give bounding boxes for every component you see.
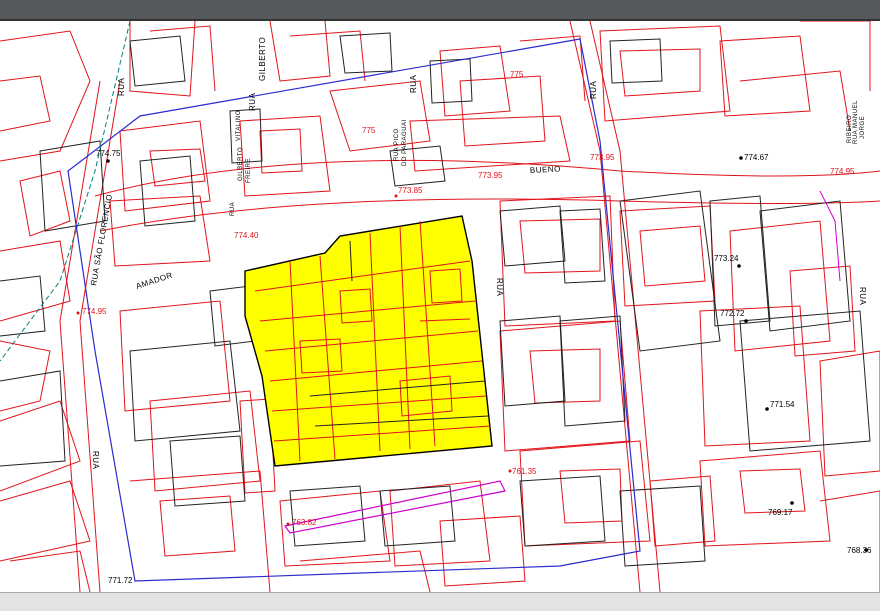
elevation-label: 774.95	[82, 307, 107, 316]
spot-marker	[744, 319, 748, 323]
elevation-label: 772.72	[720, 309, 745, 318]
street-label-rua-gilberto-v: RUA	[230, 202, 236, 216]
elevation-label: 773.95	[478, 171, 503, 180]
street-label-rua-top-mid: RUA	[409, 74, 418, 93]
street-label-rua-top-right: RUA	[589, 80, 598, 99]
elevation-label: 775	[510, 70, 524, 79]
street-label-gilberto-v: GILBERTO	[238, 147, 244, 181]
street-label-vitalino: VITALINO	[236, 110, 242, 141]
elevation-label: 773.95	[590, 153, 615, 162]
cadastral-map[interactable]: RUA GILBERTO RUA RUA RUA RUA MANUEL JORG…	[0, 20, 880, 593]
street-label-rua-left: RUA	[91, 451, 100, 470]
elevation-label: 774.40	[234, 231, 259, 240]
street-label-gilberto: GILBERTO	[258, 37, 267, 81]
elevation-label: 773.24	[714, 254, 739, 263]
street-label-rua-top-left: RUA	[117, 77, 126, 96]
elevation-label: 763.82	[292, 518, 317, 527]
street-label-bueno: BUENO	[530, 164, 561, 175]
spot-marker	[790, 501, 794, 505]
spot-marker	[106, 159, 110, 163]
street-label-sao-florencio: RUA SÃO FLORENCIO	[89, 193, 114, 286]
street-label-rua-right: RUA	[858, 287, 867, 306]
spot-marker	[737, 264, 741, 268]
street-label-rua-manuel: RUA MANUEL	[853, 100, 859, 144]
elevation-label: 775	[362, 126, 376, 135]
elevation-label: 774.75	[96, 149, 121, 158]
spot-marker	[739, 156, 743, 160]
street-label-ribeiro: RIBEIRO	[847, 115, 853, 143]
elevation-label: 773.85	[398, 186, 423, 195]
elevation-label: 771.54	[770, 400, 795, 409]
street-label-do-paraguai: DO PARAGUAI	[402, 119, 408, 166]
elevation-label: 771.72	[108, 576, 133, 585]
street-label-jorge: JORGE	[860, 116, 866, 139]
elevation-label: 769.17	[768, 508, 793, 517]
street-label-amador: AMADOR	[135, 271, 174, 291]
elevation-label: 774.95	[830, 167, 855, 176]
spot-marker	[76, 311, 80, 315]
street-label-freire: FREIRE	[246, 158, 252, 183]
map-canvas[interactable]: RUA GILBERTO RUA RUA RUA RUA MANUEL JORG…	[0, 20, 880, 593]
street-label-rua-pico: RUA PICO	[394, 128, 400, 161]
elevation-label: 768.36	[847, 546, 872, 555]
viewer-toolbar	[0, 0, 880, 21]
spot-marker	[286, 522, 290, 526]
map-viewer: RUA GILBERTO RUA RUA RUA RUA MANUEL JORG…	[0, 0, 880, 611]
highlighted-parcel[interactable]	[244, 215, 493, 467]
viewer-statusbar	[0, 592, 880, 611]
street-label-rua-gilberto: RUA	[248, 92, 257, 111]
street-label-rua-mid: RUA	[495, 278, 504, 297]
teal-axis-line	[0, 20, 131, 362]
spot-marker	[765, 407, 769, 411]
elevation-label: 761.35	[512, 467, 537, 476]
elevation-label: 774.67	[744, 153, 769, 162]
